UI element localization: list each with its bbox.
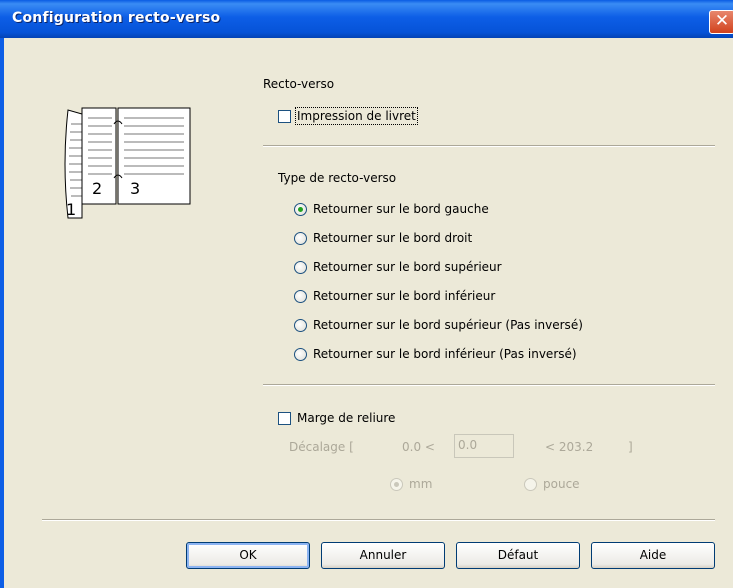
radio-flip-bottom-label[interactable]: Retourner sur le bord inférieur: [313, 289, 495, 303]
radio-flip-bottom[interactable]: [294, 290, 307, 303]
help-button[interactable]: Aide: [591, 542, 715, 569]
separator: [263, 384, 715, 386]
offset-min: 0.0 <: [402, 440, 435, 454]
unit-mm-radio[interactable]: [390, 478, 403, 491]
duplex-type-label: Type de recto-verso: [278, 171, 397, 185]
radio-flip-right[interactable]: [294, 232, 307, 245]
page-number-2: 2: [92, 179, 102, 198]
booklet-label[interactable]: Impression de livret: [295, 107, 418, 125]
binding-margin-label[interactable]: Marge de reliure: [297, 411, 395, 425]
unit-inch-radio[interactable]: [524, 478, 537, 491]
radio-flip-left[interactable]: [294, 203, 307, 216]
close-button[interactable]: ✕: [709, 10, 733, 34]
offset-max: < 203.2: [545, 440, 594, 454]
radio-flip-top[interactable]: [294, 261, 307, 274]
radio-flip-top-no-reverse[interactable]: [294, 319, 307, 332]
separator: [263, 145, 715, 147]
offset-close-bracket: ]: [628, 440, 633, 454]
offset-label: Décalage [: [289, 440, 354, 454]
radio-flip-bottom-no-reverse[interactable]: [294, 348, 307, 361]
title-bar[interactable]: Configuration recto-verso ✕: [0, 0, 733, 38]
duplex-illustration: 1 2 3: [64, 107, 191, 219]
cancel-button[interactable]: Annuler: [321, 542, 445, 569]
radio-flip-top-no-reverse-label[interactable]: Retourner sur le bord supérieur (Pas inv…: [313, 318, 583, 332]
default-button[interactable]: Défaut: [456, 542, 580, 569]
duplex-settings-dialog: Configuration recto-verso ✕ 1 2 3 Recto-…: [0, 0, 733, 588]
radio-flip-right-label[interactable]: Retourner sur le bord droit: [313, 231, 472, 245]
offset-input[interactable]: 0.0: [454, 434, 514, 458]
separator: [42, 519, 715, 521]
booklet-checkbox[interactable]: [278, 110, 291, 123]
page-number-1: 1: [66, 200, 76, 219]
duplex-group-label: Recto-verso: [263, 77, 335, 91]
ok-button[interactable]: OK: [186, 542, 310, 569]
unit-inch-label[interactable]: pouce: [543, 477, 580, 491]
dialog-title: Configuration recto-verso: [12, 10, 221, 26]
unit-mm-label[interactable]: mm: [409, 477, 432, 491]
radio-flip-bottom-no-reverse-label[interactable]: Retourner sur le bord inférieur (Pas inv…: [313, 347, 577, 361]
radio-flip-left-label[interactable]: Retourner sur le bord gauche: [313, 202, 489, 216]
radio-flip-top-label[interactable]: Retourner sur le bord supérieur: [313, 260, 502, 274]
window-frame: [0, 38, 4, 588]
binding-margin-checkbox[interactable]: [278, 412, 291, 425]
page-number-3: 3: [130, 179, 140, 198]
